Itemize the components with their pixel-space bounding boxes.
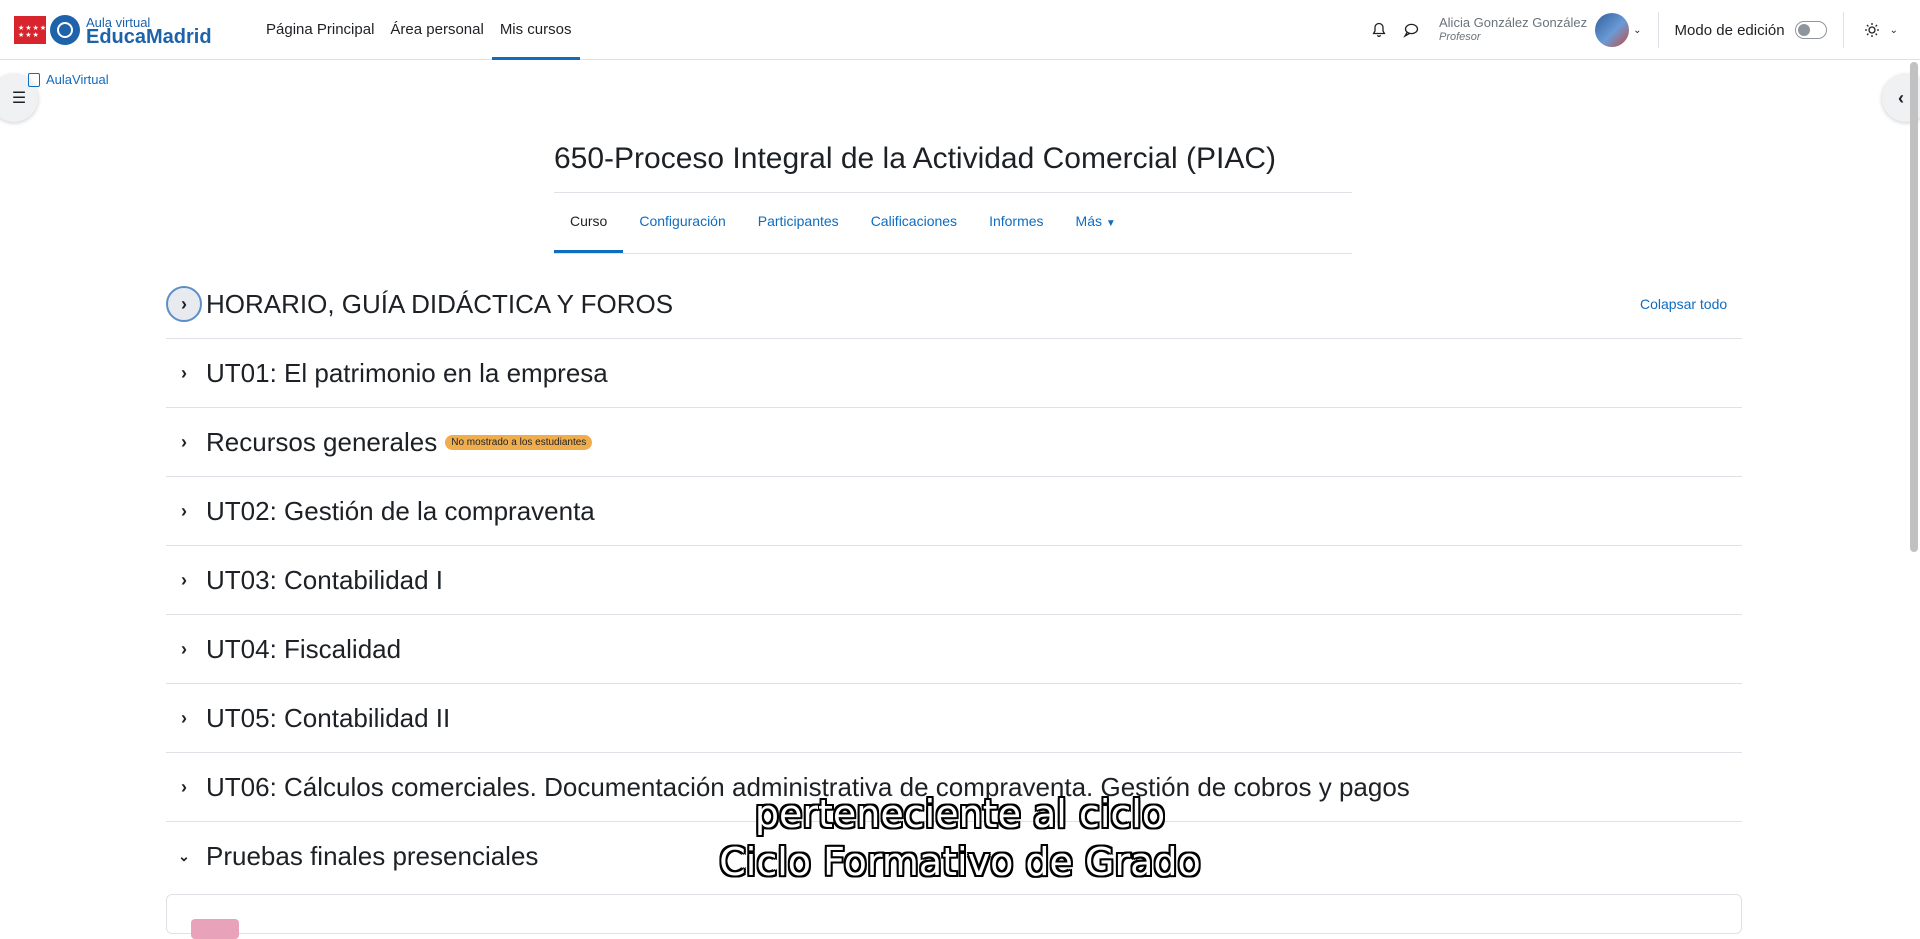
- chevron-right-icon[interactable]: ›: [166, 631, 202, 667]
- list-icon: ☰: [11, 90, 27, 107]
- nav-link-my-courses[interactable]: Mis cursos: [491, 0, 580, 60]
- edit-mode-label: Modo de edición: [1674, 21, 1785, 39]
- tab-more-label: Más: [1075, 213, 1102, 229]
- primary-navigation: Página Principal Área personal Mis curso…: [258, 0, 580, 60]
- edit-mode-toggle[interactable]: [1794, 21, 1827, 39]
- section-item[interactable]: › UT02: Gestión de la compraventa: [166, 477, 1742, 546]
- logo-title: EducaMadrid: [86, 26, 212, 48]
- breadcrumb: AulaVirtual: [28, 72, 109, 87]
- tab-course[interactable]: Curso: [554, 194, 624, 253]
- chevron-right-icon[interactable]: ›: [166, 562, 202, 598]
- activity-icon[interactable]: [191, 919, 239, 939]
- tab-participants[interactable]: Participantes: [742, 194, 855, 253]
- tab-settings[interactable]: Configuración: [623, 194, 741, 253]
- section-title[interactable]: UT03: Contabilidad I: [206, 565, 443, 596]
- tab-reports[interactable]: Informes: [973, 194, 1059, 253]
- tab-grades[interactable]: Calificaciones: [855, 194, 973, 253]
- chevron-left-icon: ‹: [1898, 87, 1904, 108]
- user-role: Profesor: [1439, 31, 1481, 43]
- tab-more[interactable]: Más ▼: [1060, 194, 1132, 253]
- nav-link-home[interactable]: Página Principal: [258, 0, 382, 60]
- breadcrumb-link[interactable]: AulaVirtual: [46, 72, 109, 87]
- title-divider: [554, 192, 1352, 193]
- user-info[interactable]: Alicia González González Profesor: [1439, 15, 1587, 45]
- subtitle-line-1: perteneciente al ciclo: [754, 792, 1166, 836]
- chevron-right-icon[interactable]: ›: [166, 493, 202, 529]
- section-title[interactable]: UT02: Gestión de la compraventa: [206, 496, 595, 527]
- section-title[interactable]: UT01: El patrimonio en la empresa: [206, 358, 608, 389]
- page-icon: [28, 72, 40, 87]
- top-navbar: ★★★★ ★★★ Aula virtual EducaMadrid Página …: [0, 0, 1920, 60]
- subtitle-line-2: Ciclo Formativo de Grado: [719, 840, 1201, 884]
- activity-card: [166, 894, 1742, 939]
- chat-icon[interactable]: [1399, 18, 1423, 42]
- navbar-divider: [1842, 12, 1844, 48]
- section-title[interactable]: UT04: Fiscalidad: [206, 634, 401, 665]
- bell-icon[interactable]: [1367, 18, 1391, 42]
- section-item[interactable]: › UT05: Contabilidad II: [166, 684, 1742, 753]
- educamadrid-logo[interactable]: ★★★★ ★★★ Aula virtual EducaMadrid: [14, 12, 212, 48]
- section-item[interactable]: › HORARIO, GUÍA DIDÁCTICA Y FOROS: [166, 270, 1742, 339]
- avatar[interactable]: [1595, 13, 1630, 47]
- chevron-down-icon: ▼: [1105, 218, 1116, 229]
- user-name: Alicia González González: [1439, 15, 1588, 30]
- page-scrollbar[interactable]: [1910, 62, 1918, 552]
- page-title: 650-Proceso Integral de la Actividad Com…: [554, 142, 1276, 175]
- navbar-divider: [1657, 12, 1659, 48]
- chevron-right-icon[interactable]: ›: [166, 286, 202, 322]
- section-item[interactable]: › UT03: Contabilidad I: [166, 546, 1742, 615]
- section-title[interactable]: Recursos generales: [206, 427, 437, 458]
- section-title[interactable]: UT05: Contabilidad II: [206, 703, 450, 734]
- course-secondary-navigation: Curso Configuración Participantes Califi…: [554, 194, 1352, 254]
- chevron-down-icon[interactable]: ⌄: [1890, 25, 1898, 36]
- section-item[interactable]: › UT01: El patrimonio en la empresa: [166, 339, 1742, 408]
- settings-icon[interactable]: [1860, 18, 1884, 42]
- section-title[interactable]: HORARIO, GUÍA DIDÁCTICA Y FOROS: [206, 289, 673, 320]
- nav-link-dashboard[interactable]: Área personal: [382, 0, 491, 60]
- chevron-down-icon[interactable]: ⌄: [1633, 25, 1641, 36]
- educamadrid-emblem-icon: [50, 15, 80, 45]
- chevron-right-icon[interactable]: ›: [166, 700, 202, 736]
- navbar-user-area: Alicia González González Profesor ⌄ Modo…: [1367, 0, 1920, 60]
- hidden-from-students-badge: No mostrado a los estudiantes: [445, 434, 593, 450]
- chevron-right-icon[interactable]: ›: [166, 355, 202, 391]
- section-item[interactable]: › Recursos generales No mostrado a los e…: [166, 408, 1742, 477]
- madrid-flag-icon: ★★★★ ★★★: [14, 16, 46, 44]
- chevron-right-icon[interactable]: ›: [166, 424, 202, 460]
- section-item[interactable]: › UT04: Fiscalidad: [166, 615, 1742, 684]
